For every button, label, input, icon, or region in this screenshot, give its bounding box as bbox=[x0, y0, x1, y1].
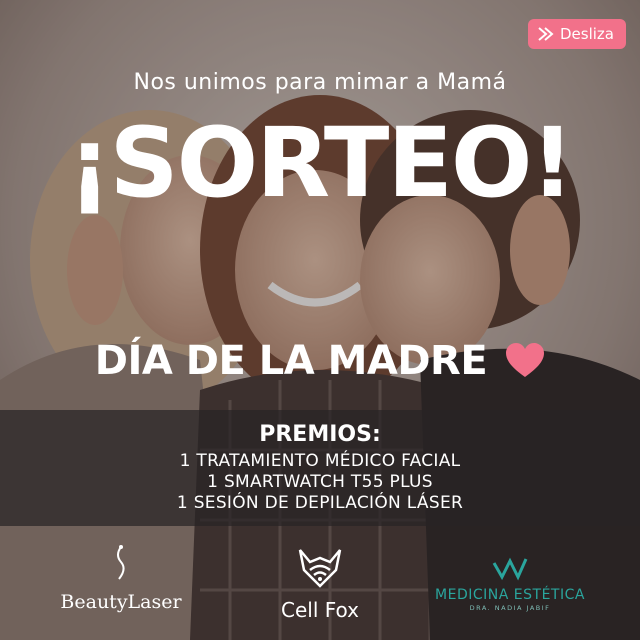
prize-item: 1 SESIÓN DE DEPILACIÓN LÁSER bbox=[176, 493, 464, 513]
cellfox-logo: Cell Fox bbox=[270, 548, 370, 622]
raffle-title: ¡SORTEO! bbox=[67, 107, 575, 219]
beautylaser-logo: BeautyLaser bbox=[56, 545, 186, 613]
subtitle: Nos unimos para mimar a Mamá bbox=[133, 70, 507, 95]
medicina-logo-icon bbox=[490, 557, 530, 585]
beautylaser-logo-icon bbox=[111, 545, 131, 587]
occasion-row: DÍA DE LA MADRE bbox=[0, 338, 640, 384]
cellfox-name: Cell Fox bbox=[281, 598, 359, 622]
medicina-name: MEDICINA ESTÉTICA bbox=[435, 587, 585, 603]
prize-item: 1 TRATAMIENTO MÉDICO FACIAL bbox=[179, 451, 461, 471]
prizes-title: PREMIOS: bbox=[259, 422, 381, 447]
swipe-badge[interactable]: Desliza bbox=[528, 19, 626, 49]
raffle-post: Desliza Nos unimos para mimar a Mamá ¡SO… bbox=[0, 0, 640, 640]
dark-overlay bbox=[0, 0, 640, 640]
medicina-doctor: DRA. NADIA JABIF bbox=[469, 604, 551, 612]
prize-item: 1 SMARTWATCH T55 PLUS bbox=[207, 472, 433, 492]
occasion-label: DÍA DE LA MADRE bbox=[94, 338, 488, 384]
heart-icon bbox=[505, 343, 545, 379]
swipe-label: Desliza bbox=[560, 25, 614, 43]
fox-logo-icon bbox=[296, 549, 344, 592]
arrow-right-icon bbox=[536, 25, 554, 43]
medicina-logo: MEDICINA ESTÉTICA DRA. NADIA JABIF bbox=[432, 555, 588, 612]
beautylaser-name: BeautyLaser bbox=[60, 591, 182, 613]
